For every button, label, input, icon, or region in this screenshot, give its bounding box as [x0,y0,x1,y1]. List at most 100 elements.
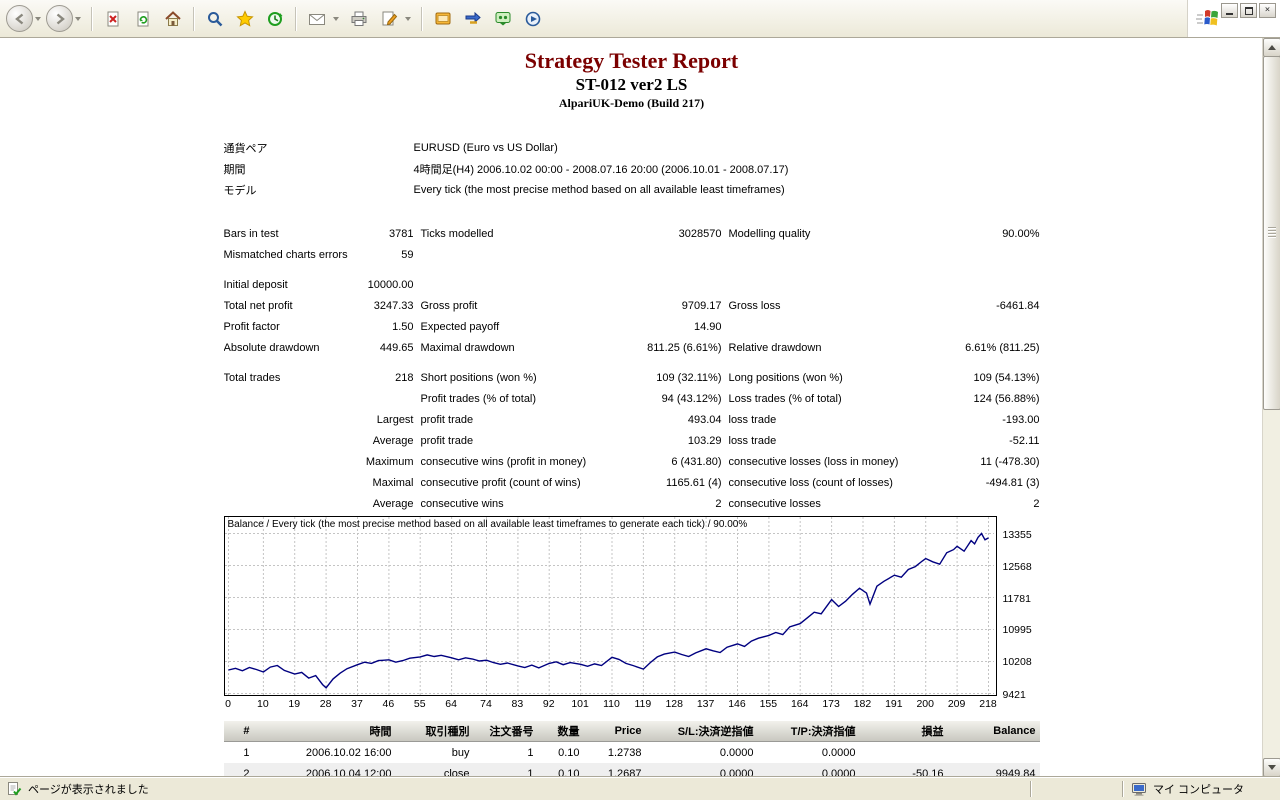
throbber-area: × [1187,0,1280,37]
info-label: 期間 [223,163,246,176]
refresh-button[interactable] [128,4,158,34]
trade-cell: 1.2687 [583,763,646,777]
info-value: Every tick (the most precise method base… [413,183,785,196]
x-axis-label: 209 [947,698,966,710]
print-button[interactable] [344,4,374,34]
y-axis-label: 9421 [1002,688,1026,701]
info-label: 通貨ペア [223,142,268,155]
stop-button[interactable] [98,4,128,34]
favorites-button[interactable] [230,4,260,34]
trade-row: 1 2006.10.02 16:00 buy 1 0.10 1.2738 0.0000 0.0… [224,742,1040,764]
trades-col-header: # [223,721,254,742]
tool-button[interactable] [428,4,458,34]
x-axis-label: 137 [696,698,715,710]
stat-value: 218 [395,371,414,384]
edit-dropdown[interactable] [405,16,411,21]
stats-table: Bars in test 3781 Ticks modelled 3028570 Mod… [224,223,1040,514]
windows-logo-icon [1196,7,1222,36]
stats-row [224,265,1040,274]
stat-value: -6461.84 [996,299,1040,312]
trade-cell: 0.0000 [645,763,758,777]
stat-value [922,274,1040,295]
info-row: 期間 4時間足(H4) 2006.10.02 00:00 - 2008.07.16… [224,158,789,179]
history-button[interactable] [260,4,290,34]
stats-row [224,358,1040,367]
close-button[interactable]: × [1259,3,1276,18]
stat-value: Average [372,434,414,447]
stat-label [224,409,352,430]
minimize-icon [1226,12,1233,15]
trades-col-header: Price [583,721,646,742]
forward-button[interactable] [46,5,73,32]
tool-icon [434,10,452,28]
back-button[interactable] [6,5,33,32]
search-icon [206,10,224,28]
chart-x-labels: 0 10 19 28 37 46 55 64 74 83 92 101 110 119 128 137 146 1… [225,698,997,712]
stats-row: Average profit trade 103.29 loss trade -52.1… [224,430,1040,451]
trades-col-header: 数量 [537,721,584,742]
edit-button[interactable] [374,4,404,34]
trades-col-header: 時間 [253,721,396,742]
stats-row: Maximum consecutive wins (profit in money… [224,451,1040,472]
trades-table: # 時間 取引種別 注文番号 数量 Price S/L:決済逆指値 T/P:決済指値 損益 Bal… [223,721,1040,777]
x-axis-label: 110 [603,698,620,710]
messenger-button[interactable] [488,4,518,34]
x-axis-label: 146 [728,698,746,710]
chart-y-labels: 9421 10208 10995 11781 12568 13355 [1002,517,1043,701]
stat-label: Absolute drawdown [223,341,320,354]
y-axis-label: 10995 [1002,624,1032,637]
back-dropdown[interactable] [35,16,41,21]
stat-value: 124 (56.88%) [973,392,1040,405]
scroll-down-icon [1268,765,1276,770]
favorites-icon [236,9,254,28]
transfer-button[interactable] [458,4,488,34]
security-zone-label: マイ コンピュータ [1153,784,1245,796]
trade-cell: 0.0000 [719,746,754,759]
y-axis-label: 10208 [1002,656,1032,669]
stats-row: Average consecutive wins 2 consecutive loss… [224,493,1040,514]
stat-label: consecutive profit (count of wins) [420,476,581,489]
page-done-icon [5,780,23,798]
stat-value: 103.29 [687,434,722,447]
x-axis-label: 0 [225,698,231,710]
x-axis-label: 218 [979,698,997,710]
stat-value: 10000.00 [367,278,414,291]
stat-value: Maximal [372,476,414,489]
forward-dropdown[interactable] [75,16,81,21]
trade-cell: 1 [243,746,250,759]
search-button[interactable] [200,4,230,34]
home-button[interactable] [158,4,188,34]
stat-label: consecutive losses [728,497,821,510]
restore-button[interactable] [1240,3,1257,18]
y-axis-label: 11781 [1002,592,1031,605]
stat-label [224,430,352,451]
x-axis-label: 74 [480,698,492,710]
stat-label [722,316,922,337]
media-button[interactable] [518,4,548,34]
stat-label: consecutive losses (loss in money) [728,455,899,468]
mail-dropdown[interactable] [333,16,339,21]
scrollbar-thumb[interactable] [1263,56,1280,410]
page-content: Strategy Tester Report ST-012 ver2 LS Al… [0,38,1263,777]
close-icon: × [1264,5,1271,15]
stat-label [224,388,352,409]
browser-window: × Strategy Tester Report ST-012 ver2 LS … [0,0,1280,800]
mail-button[interactable] [302,4,332,34]
scroll-down-button[interactable] [1263,758,1280,777]
stats-row: Total net profit 3247.33 Gross profit 9709.… [224,295,1040,316]
stat-value [352,388,414,409]
info-label: モデル [223,184,257,197]
scroll-up-button[interactable] [1263,38,1280,57]
status-bar: ページが表示されました マイ コンピュータ [0,777,1280,800]
balance-chart-plot: Balance / Every tick (the most precise m… [223,516,997,696]
trades-col-header: 取引種別 [395,721,474,742]
vertical-scrollbar[interactable] [1262,38,1280,777]
home-icon [164,10,182,28]
info-row: 通貨ペア EURUSD (Euro vs US Dollar) [224,137,789,158]
minimize-button[interactable] [1221,3,1238,18]
stats-row: Initial deposit 10000.00 [224,274,1040,295]
toolbar-separator [295,6,297,31]
toolbar-separator [421,6,423,31]
stat-label [722,244,922,265]
stat-value: 493.04 [687,413,722,426]
